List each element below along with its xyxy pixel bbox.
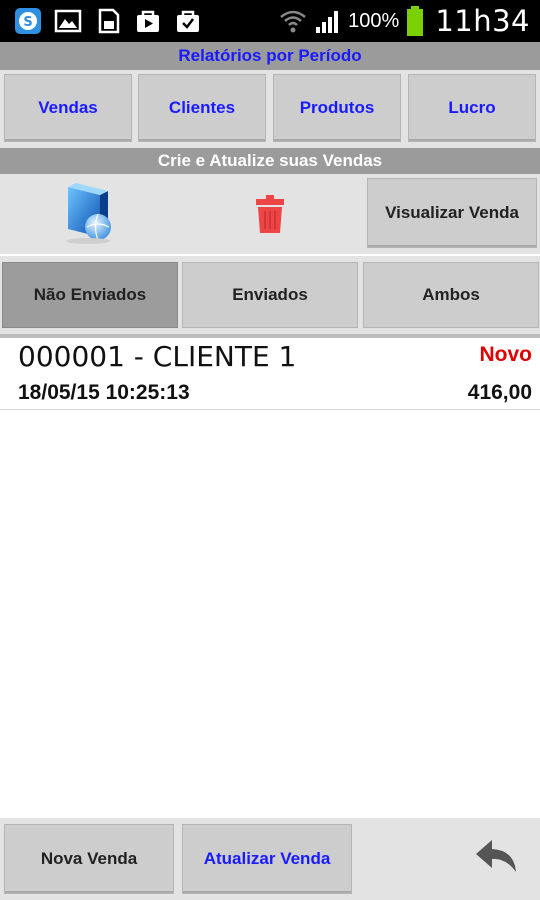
back-arrow-icon[interactable] (474, 836, 518, 876)
sale-total: 416,00 (467, 381, 532, 404)
gallery-icon (54, 9, 82, 33)
sale-list-item[interactable]: 000001 - CLIENTE 1 Novo 18/05/15 10:25:1… (0, 338, 540, 410)
battery-percent: 100% (348, 9, 400, 32)
trash-icon (256, 195, 284, 233)
tab-not-sent[interactable]: Não Enviados (2, 262, 178, 328)
sale-title: 000001 - CLIENTE 1 (18, 340, 297, 373)
clock: 11h34 (435, 4, 530, 38)
sync-button[interactable] (58, 182, 118, 246)
sale-datetime: 18/05/15 10:25:13 (18, 381, 190, 404)
store-check-icon (177, 10, 199, 32)
new-sale-button[interactable]: Nova Venda (4, 824, 174, 894)
reports-header: Relatórios por Período (0, 42, 540, 70)
battery-icon (407, 6, 424, 36)
tab-both[interactable]: Ambos (363, 262, 539, 328)
reports-products-button[interactable]: Produtos (273, 74, 401, 142)
reports-clients-button[interactable]: Clientes (138, 74, 266, 142)
reports-profit-button[interactable]: Lucro (408, 74, 536, 142)
sales-action-row: Visualizar Venda (0, 174, 540, 254)
computer-globe-icon (66, 183, 111, 244)
skype-icon: S (15, 8, 41, 34)
sd-card-icon (98, 8, 120, 34)
svg-text:S: S (23, 15, 32, 30)
reports-sales-button[interactable]: Vendas (4, 74, 132, 142)
sale-status-badge: Novo (479, 343, 533, 366)
bottom-bar: Nova Venda Atualizar Venda (0, 818, 540, 900)
signal-icon (316, 11, 339, 33)
status-bar: S 100% 11h34 (0, 0, 540, 42)
sales-header: Crie e Atualize suas Vendas (0, 148, 540, 174)
reports-button-row: Vendas Clientes Produtos Lucro (0, 70, 540, 148)
store-icon (137, 10, 159, 32)
notification-icons: S (14, 7, 202, 35)
delete-button[interactable] (240, 182, 300, 246)
view-sale-button[interactable]: Visualizar Venda (367, 178, 537, 248)
tab-sent[interactable]: Enviados (182, 262, 358, 328)
wifi-icon (280, 10, 306, 33)
filter-tabs: Não Enviados Enviados Ambos (0, 256, 540, 334)
update-sale-button[interactable]: Atualizar Venda (182, 824, 352, 894)
